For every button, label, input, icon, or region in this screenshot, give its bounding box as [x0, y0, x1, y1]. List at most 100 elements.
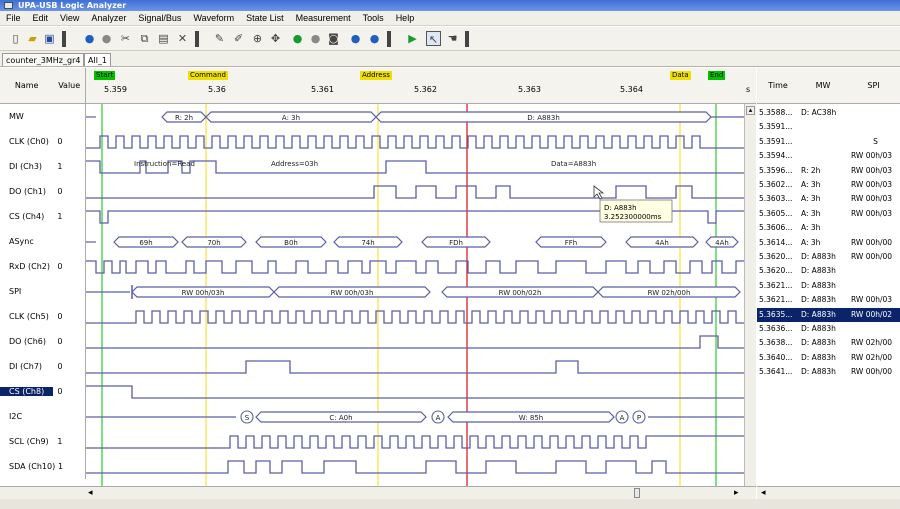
marker-command[interactable]: Command [188, 71, 228, 80]
pause-icon[interactable]: ● [308, 31, 323, 46]
state-list-row[interactable]: 5.3606... A: 3h [757, 221, 900, 235]
vertical-scrollbar[interactable]: ▴ [744, 104, 756, 486]
signal-name: CS (Ch8) [0, 387, 54, 396]
state-list-row[interactable]: 5.3641... D: A883h RW 00h/00 [757, 365, 900, 379]
state-list-row[interactable]: 5.3638... D: A883h RW 02h/00 [757, 336, 900, 350]
stop-icon[interactable]: ● [99, 31, 114, 46]
state-spi-cell: RW 00h/03 [851, 194, 893, 204]
signal-row-label[interactable]: MW [0, 104, 86, 129]
menu-item-state-list[interactable]: State List [246, 13, 284, 23]
marker-address[interactable]: Address [360, 71, 392, 80]
menu-item-view[interactable]: View [60, 13, 79, 23]
scroll-up-icon[interactable]: ▴ [746, 106, 755, 115]
scroll-left-icon[interactable]: ◂ [761, 488, 766, 498]
signal-row-label[interactable]: RxD (Ch2) 0 [0, 254, 86, 279]
go-icon[interactable]: ● [290, 31, 305, 46]
state-list-row[interactable]: 5.3621... D: A883h RW 00h/03 [757, 293, 900, 307]
menu-item-help[interactable]: Help [396, 13, 415, 23]
window-title: UPA-USB Logic Analyzer [18, 1, 127, 10]
signal-value: 0 [57, 312, 63, 321]
state-list-row[interactable]: 5.3591... [757, 120, 900, 134]
signal-value: 0 [57, 187, 63, 196]
menu-item-analyzer[interactable]: Analyzer [91, 13, 126, 23]
state-list-row[interactable]: 5.3640... D: A883h RW 02h/00 [757, 351, 900, 365]
app-icon [4, 2, 13, 9]
signal-row-label[interactable]: DO (Ch1) 0 [0, 179, 86, 204]
signal-row-label[interactable]: DO (Ch6) 0 [0, 329, 86, 354]
state-time-cell: 5.3641... [759, 367, 793, 377]
capture-icon[interactable]: ◙ [326, 31, 341, 46]
menu-item-signal-bus[interactable]: Signal/Bus [138, 13, 181, 23]
hand-icon[interactable]: ☚ [445, 31, 460, 46]
state-list-row[interactable]: 5.3603... A: 3h RW 00h/03 [757, 192, 900, 206]
signal-name: DI (Ch3) [9, 162, 43, 171]
edit-icon[interactable]: ✐ [231, 31, 246, 46]
signal-row-label[interactable]: DI (Ch3) 1 [0, 154, 86, 179]
signal-row-label[interactable]: SDA (Ch10) 1 [0, 454, 86, 479]
pointer-icon[interactable]: ↖ [426, 31, 441, 46]
di-annotation: Address=03h [271, 160, 318, 168]
waveform-canvas[interactable]: R: 2h A: 3h D: A883h Instruction=Read Addres… [86, 104, 744, 486]
state-spi-cell [847, 221, 900, 235]
horizontal-scrollbar[interactable]: ◂ ▸ [0, 486, 756, 499]
marker-data[interactable]: Data [670, 71, 691, 80]
signal-row-label[interactable]: DI (Ch7) 0 [0, 354, 86, 379]
state-list-row[interactable]: 5.3594... RW 00h/03 [757, 149, 900, 163]
signal-row-label[interactable]: CLK (Ch5) 0 [0, 304, 86, 329]
zoom-icon[interactable]: ⊕ [250, 31, 265, 46]
state-list-scrollbar[interactable]: ◂ [757, 486, 900, 499]
menu-bar: File Edit View Analyzer Signal/Bus Waveform St… [0, 11, 900, 26]
state-mw-cell [799, 120, 847, 134]
state-list-row[interactable]: 5.3635... D: A883h RW 00h/02 [757, 307, 900, 322]
state-list-row[interactable]: 5.3620... D: A883h RW 00h/00 [757, 250, 900, 264]
signal-row-label[interactable]: SCL (Ch9) 1 [0, 429, 86, 454]
new-file-icon[interactable]: ▯ [8, 31, 23, 46]
next-icon[interactable]: ● [367, 31, 382, 46]
signal-row-label[interactable]: CS (Ch4) 1 [0, 204, 86, 229]
signal-row-label[interactable]: CS (Ch8) 0 [0, 379, 86, 404]
state-mw-cell: D: A883h [801, 338, 836, 348]
i2c-marker-label: S [245, 414, 250, 422]
tab-counter[interactable]: counter_3MHz_gr4 [2, 53, 85, 66]
state-list-row[interactable]: 5.3620... D: A883h [757, 264, 900, 278]
marker-start[interactable]: Start [94, 71, 116, 80]
scroll-left-icon[interactable]: ◂ [88, 488, 93, 498]
state-list-row[interactable]: 5.3605... A: 3h RW 00h/03 [757, 207, 900, 221]
menu-item-file[interactable]: File [6, 13, 21, 23]
tab-all[interactable]: All_1 [84, 53, 112, 66]
signal-row-label[interactable]: ASync [0, 229, 86, 254]
fit-icon[interactable]: ✥ [268, 31, 283, 46]
state-list-row[interactable]: 5.3614... A: 3h RW 00h/00 [757, 236, 900, 250]
open-folder-icon[interactable]: ▰ [25, 31, 40, 46]
sda-ch10-wave [86, 460, 744, 474]
pencil-icon[interactable]: ✎ [212, 31, 227, 46]
state-list-row[interactable]: 5.3602... A: 3h RW 00h/03 [757, 178, 900, 192]
scroll-right-icon[interactable]: ▸ [734, 488, 739, 498]
play-icon[interactable]: ▶ [405, 31, 420, 46]
scroll-thumb[interactable] [634, 488, 640, 498]
menu-item-waveform[interactable]: Waveform [193, 13, 234, 23]
signal-row-label[interactable]: SPI [0, 279, 86, 304]
paste-icon[interactable]: ▤ [156, 31, 171, 46]
menu-item-tools[interactable]: Tools [363, 13, 384, 23]
state-time-cell: 5.3605... [759, 208, 793, 218]
state-list-row[interactable]: 5.3588... D: AC38h [757, 106, 900, 120]
prev-icon[interactable]: ● [348, 31, 363, 46]
state-list-row[interactable]: 5.3621... D: A883h [757, 279, 900, 293]
async-bus-label: FFh [565, 239, 578, 247]
save-icon[interactable]: ▣ [42, 31, 57, 46]
signal-row-label[interactable]: CLK (Ch0) 0 [0, 129, 86, 154]
mw-bus-label: R: 2h [175, 114, 193, 122]
name-column-header: Name [14, 81, 39, 90]
cut-icon[interactable]: ✂ [118, 31, 133, 46]
menu-item-measurement[interactable]: Measurement [296, 13, 351, 23]
run-icon[interactable]: ● [82, 31, 97, 46]
signal-row-label[interactable]: I2C [0, 404, 86, 429]
menu-item-edit[interactable]: Edit [33, 13, 49, 23]
copy-icon[interactable]: ⧉ [137, 31, 152, 46]
marker-end[interactable]: End [708, 71, 726, 80]
delete-icon[interactable]: ✕ [175, 31, 190, 46]
state-list-row[interactable]: 5.3591... S [757, 135, 900, 149]
state-list-row[interactable]: 5.3596... R: 2h RW 00h/03 [757, 164, 900, 178]
state-list-row[interactable]: 5.3636... D: A883h [757, 322, 900, 336]
